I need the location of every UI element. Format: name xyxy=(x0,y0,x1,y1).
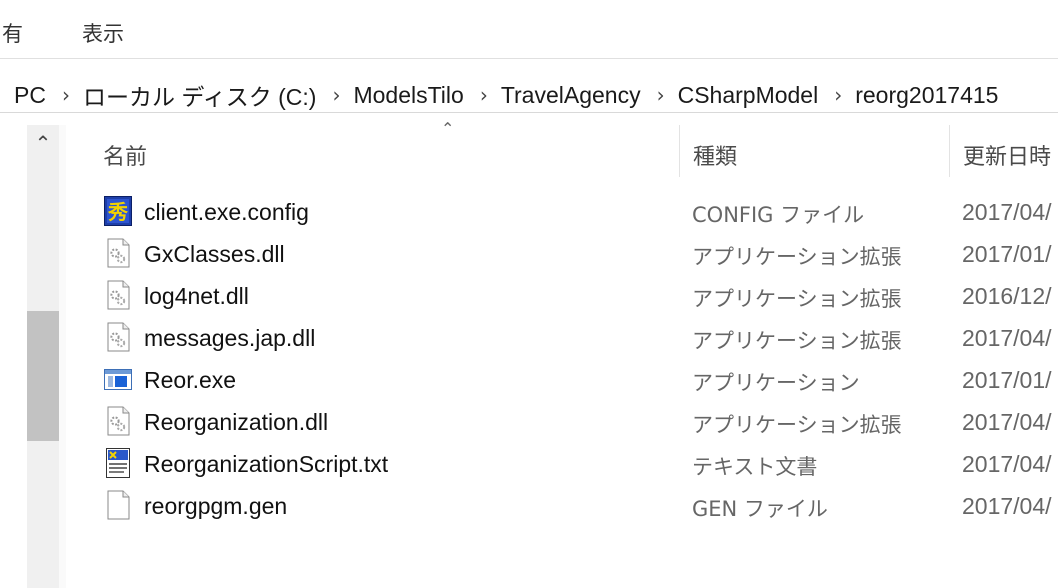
file-list: 秀 client.exe.config CONFIG ファイル 2017/04/… xyxy=(66,192,1058,528)
dll-gear-icon xyxy=(107,406,130,436)
nav-pane-scrollbar[interactable]: ⌃ xyxy=(27,125,59,588)
svg-text:秀: 秀 xyxy=(107,200,128,224)
file-row[interactable]: reorgpgm.gen GEN ファイル 2017/04/ xyxy=(66,486,1058,528)
column-header-type[interactable]: 種類 xyxy=(693,139,737,171)
file-modified: 2017/01/ xyxy=(962,241,1052,267)
file-name: ReorganizationScript.txt xyxy=(144,451,389,477)
file-row[interactable]: ReorganizationScript.txt テキスト文書 2017/04/ xyxy=(66,444,1058,486)
file-type: CONFIG ファイル xyxy=(692,203,865,227)
file-type: アプリケーション拡張 xyxy=(692,413,902,437)
file-name: client.exe.config xyxy=(144,199,309,225)
file-name: Reorganization.dll xyxy=(144,409,329,435)
blank-file-icon xyxy=(107,490,130,520)
ribbon-tab-view[interactable]: 表示 xyxy=(82,18,124,48)
breadcrumb-separator-icon[interactable]: › xyxy=(62,83,70,107)
file-name: messages.jap.dll xyxy=(144,325,316,351)
file-modified: 2017/01/ xyxy=(962,367,1052,393)
file-type: アプリケーション拡張 xyxy=(692,287,902,311)
file-row[interactable]: log4net.dll アプリケーション拡張 2016/12/ xyxy=(66,276,1058,318)
file-modified: 2017/04/ xyxy=(962,451,1052,477)
file-modified: 2017/04/ xyxy=(962,325,1052,351)
breadcrumb-separator-icon[interactable]: › xyxy=(480,83,488,107)
file-name: GxClasses.dll xyxy=(144,241,285,267)
column-header-row: ⌃ 名前 種類 更新日時 xyxy=(66,119,1058,183)
dll-gear-icon xyxy=(107,280,130,310)
breadcrumb: PC › ローカル ディスク (C:) › ModelsTilo › Trave… xyxy=(14,78,998,112)
scroll-up-icon[interactable]: ⌃ xyxy=(27,131,59,157)
file-type: アプリケーション拡張 xyxy=(692,245,902,269)
column-divider[interactable] xyxy=(949,125,950,177)
file-type: アプリケーション拡張 xyxy=(692,329,902,353)
breadcrumb-travelagency[interactable]: TravelAgency xyxy=(501,82,641,109)
file-row[interactable]: Reor.exe アプリケーション 2017/01/ xyxy=(66,360,1058,402)
pane-divider[interactable] xyxy=(59,125,66,588)
address-bar[interactable]: PC › ローカル ディスク (C:) › ModelsTilo › Trave… xyxy=(0,72,1058,113)
config-file-icon: 秀 xyxy=(104,196,132,226)
file-row[interactable]: Reorganization.dll アプリケーション拡張 2017/04/ xyxy=(66,402,1058,444)
file-name: reorgpgm.gen xyxy=(144,493,288,519)
exe-window-icon xyxy=(104,369,132,390)
column-divider[interactable] xyxy=(679,125,680,177)
file-row[interactable]: GxClasses.dll アプリケーション拡張 2017/01/ xyxy=(66,234,1058,276)
column-header-modified[interactable]: 更新日時 xyxy=(963,139,1051,171)
file-modified: 2017/04/ xyxy=(962,493,1052,519)
file-name: log4net.dll xyxy=(144,283,249,309)
breadcrumb-pc[interactable]: PC xyxy=(14,82,46,109)
sort-ascending-icon: ⌃ xyxy=(441,119,455,138)
file-modified: 2016/12/ xyxy=(962,283,1052,309)
text-document-icon xyxy=(106,448,130,478)
file-type: アプリケーション xyxy=(692,371,860,395)
file-name: Reor.exe xyxy=(144,367,237,393)
dll-gear-icon xyxy=(107,322,130,352)
column-header-name[interactable]: 名前 xyxy=(103,139,147,171)
scrollbar-thumb[interactable] xyxy=(27,311,59,441)
file-modified: 2017/04/ xyxy=(962,409,1052,435)
breadcrumb-separator-icon[interactable]: › xyxy=(834,83,842,107)
breadcrumb-separator-icon[interactable]: › xyxy=(657,83,665,107)
file-type: GEN ファイル xyxy=(692,497,828,521)
file-modified: 2017/04/ xyxy=(962,199,1052,225)
breadcrumb-reorg2017415[interactable]: reorg2017415 xyxy=(855,82,998,109)
dll-gear-icon xyxy=(107,238,130,268)
ribbon-tab-share[interactable]: 有 xyxy=(2,18,23,48)
breadcrumb-modelstilo[interactable]: ModelsTilo xyxy=(353,82,463,109)
file-type: テキスト文書 xyxy=(692,455,818,479)
file-row[interactable]: 秀 client.exe.config CONFIG ファイル 2017/04/ xyxy=(66,192,1058,234)
breadcrumb-local-disk[interactable]: ローカル ディスク (C:) xyxy=(83,78,317,112)
file-row[interactable]: messages.jap.dll アプリケーション拡張 2017/04/ xyxy=(66,318,1058,360)
ribbon: 有 表示 xyxy=(0,0,1058,59)
breadcrumb-separator-icon[interactable]: › xyxy=(332,83,340,107)
breadcrumb-csharpmodel[interactable]: CSharpModel xyxy=(678,82,819,109)
